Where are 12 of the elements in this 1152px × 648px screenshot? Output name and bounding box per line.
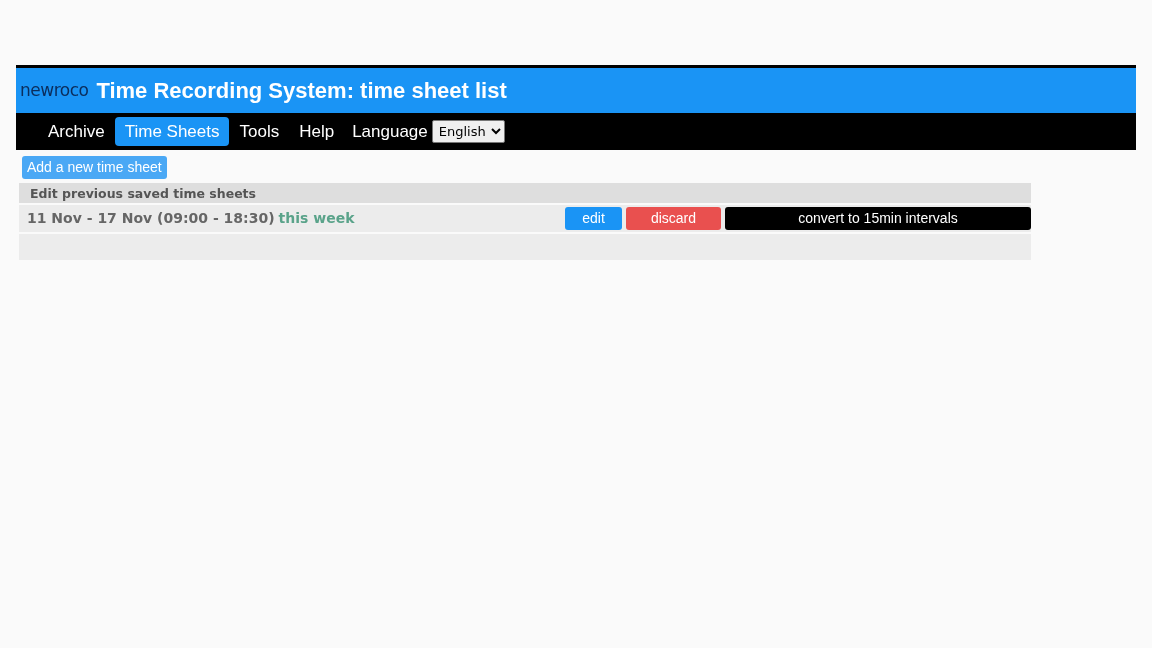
language-select[interactable]: English [431, 120, 505, 143]
logo: newroco [20, 78, 89, 102]
convert-button[interactable]: convert to 15min intervals [725, 207, 1031, 230]
page-title: Time Recording System: time sheet list [96, 77, 507, 105]
date-range: 11 Nov - 17 Nov (09:00 - 18:30) [27, 209, 275, 228]
nav-tab[interactable]: Help [289, 116, 345, 147]
week-note: this week [278, 209, 355, 228]
nav-tab[interactable]: Archive [38, 116, 115, 147]
nav-tab[interactable]: Tools [229, 116, 290, 147]
panel-heading: Edit previous saved time sheets [19, 183, 1031, 203]
language-label: Language [352, 120, 428, 143]
discard-button[interactable]: discard [626, 207, 721, 230]
